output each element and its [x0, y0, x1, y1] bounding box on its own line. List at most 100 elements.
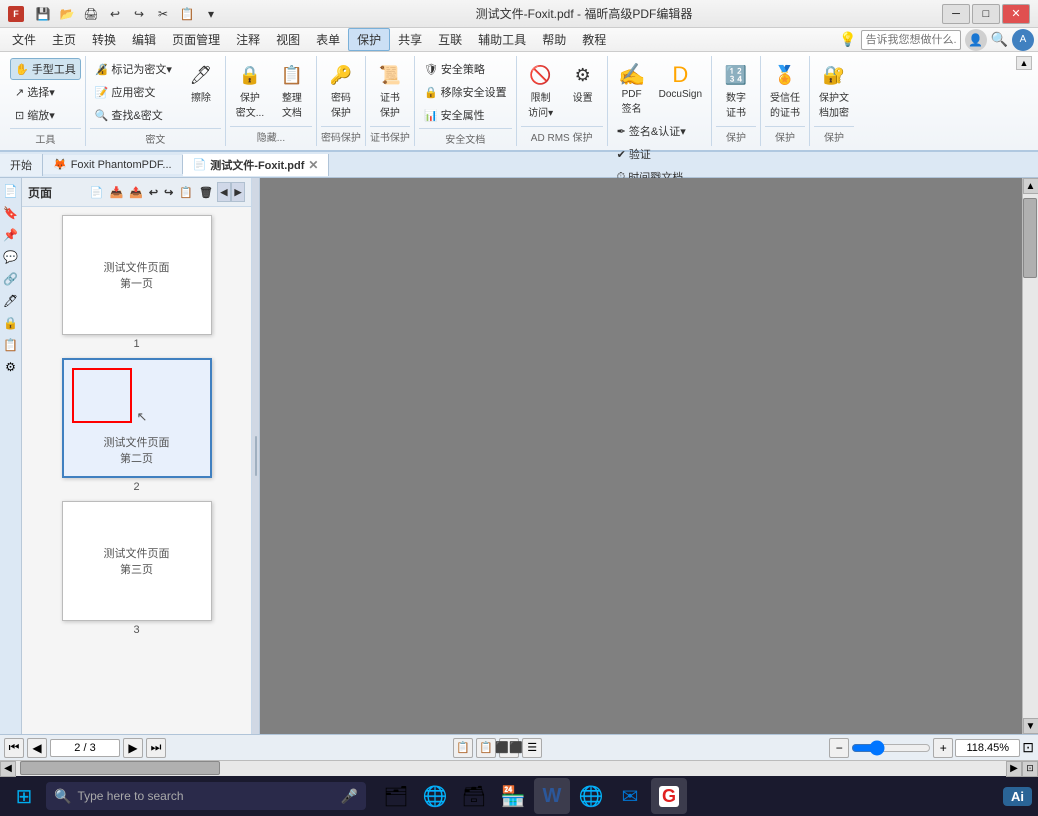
view-list-button[interactable]: ☰ — [522, 738, 542, 758]
sidebar-link-btn[interactable]: 🔗 — [2, 270, 20, 288]
corner-button[interactable]: ⊡ — [1022, 761, 1038, 777]
menu-annotate[interactable]: 注释 — [228, 29, 268, 50]
pdf-sign-button[interactable]: ✍ PDF 签名 — [612, 58, 652, 118]
minimize-button[interactable]: ─ — [942, 4, 970, 24]
page-thumb-1[interactable]: 测试文件页面 第一页 1 — [30, 215, 243, 350]
maximize-button[interactable]: □ — [972, 4, 1000, 24]
scroll-thumb[interactable] — [1023, 198, 1037, 278]
sidebar-bookmark-btn[interactable]: 🔖 — [2, 204, 20, 222]
print-button[interactable]: 🖨 — [80, 3, 102, 25]
scroll-down-arrow[interactable]: ▼ — [1023, 718, 1038, 734]
sidebar-layers-btn[interactable]: 📋 — [2, 336, 20, 354]
redo-button[interactable]: ↪ — [128, 3, 150, 25]
docusign-button[interactable]: D DocuSign — [654, 58, 707, 118]
prev-page-button[interactable]: ◀ — [27, 738, 47, 758]
cut-button[interactable]: ✂ — [152, 3, 174, 25]
menu-view[interactable]: 视图 — [268, 29, 308, 50]
open-button[interactable]: 📂 — [56, 3, 78, 25]
search-icon[interactable]: 🔍 — [991, 31, 1008, 48]
sidebar-sign-btn[interactable]: 🖊 — [2, 292, 20, 310]
taskbar-app-file-explorer[interactable]: 🗂 — [378, 778, 414, 814]
panel-splitter[interactable] — [252, 178, 260, 734]
sidebar-settings-btn[interactable]: ⚙ — [2, 358, 20, 376]
menu-home[interactable]: 主页 — [44, 29, 84, 50]
menu-edit[interactable]: 编辑 — [124, 29, 164, 50]
pdf-viewer[interactable] — [260, 178, 1022, 734]
h-scroll-thumb[interactable] — [20, 761, 220, 775]
apply-redact-button[interactable]: 📝 应用密文 — [90, 81, 177, 103]
restrict-access-button[interactable]: 🚫 限制 访问▾ — [521, 58, 561, 122]
scroll-up-arrow[interactable]: ▲ — [1023, 178, 1038, 194]
next-page-button[interactable]: ▶ — [123, 738, 143, 758]
page-thumb-2[interactable]: 测试文件页面 第二页 ↖ 2 — [30, 358, 243, 493]
customize-qa-button[interactable]: ▾ — [200, 3, 222, 25]
password-protect-button[interactable]: 🔑 密码 保护 — [321, 58, 361, 122]
menu-help[interactable]: 帮助 — [534, 29, 574, 50]
zoom-button[interactable]: ⊡ 缩放▾ — [10, 104, 81, 126]
panel-collapse-right[interactable]: ▶ — [231, 182, 245, 202]
taskbar-app-store[interactable]: 🏪 — [495, 778, 531, 814]
zoom-fit-icon[interactable]: ⊡ — [1022, 739, 1034, 756]
menu-tutorial[interactable]: 教程 — [574, 29, 614, 50]
menu-form[interactable]: 表单 — [308, 29, 348, 50]
menu-share[interactable]: 共享 — [390, 29, 430, 50]
zoom-in-button[interactable]: + — [933, 738, 953, 758]
menu-file[interactable]: 文件 — [4, 29, 44, 50]
security-policy-button[interactable]: 🛡 安全策略 — [419, 58, 512, 80]
taskbar-app-ie[interactable]: 🌐 — [573, 778, 609, 814]
scroll-left-arrow[interactable]: ◀ — [0, 761, 16, 777]
account-button[interactable]: A — [1012, 29, 1034, 51]
zoom-out-button[interactable]: − — [829, 738, 849, 758]
erase-button[interactable]: 🖊 擦除 — [181, 58, 221, 126]
page-thumb-image-2[interactable]: 测试文件页面 第二页 ↖ — [62, 358, 212, 478]
menu-accessibility[interactable]: 辅助工具 — [470, 29, 534, 50]
page-thumb-3[interactable]: 测试文件页面 第三页 3 — [30, 501, 243, 636]
select-button[interactable]: ↗ 选择▾ — [10, 81, 81, 103]
sanitize-button[interactable]: 📋 整理 文档 — [272, 58, 312, 122]
panel-icon-new-page[interactable]: 📄 — [88, 185, 106, 200]
panel-icon-delete[interactable]: 🗑 — [197, 185, 215, 200]
find-redact-button[interactable]: 🔍 查找&密文 — [90, 104, 177, 126]
security-props-button[interactable]: 📊 安全属性 — [419, 104, 512, 126]
taskbar-app-word[interactable]: W — [534, 778, 570, 814]
view-double-button[interactable]: ⬛⬛ — [499, 738, 519, 758]
sign-certify-button[interactable]: ✒ 签名&认证▾ — [612, 120, 707, 142]
collapse-ribbon-button[interactable]: ▲ — [1016, 56, 1032, 70]
page-input[interactable] — [50, 739, 120, 757]
last-page-button[interactable]: ⏭ — [146, 738, 166, 758]
view-continuous-button[interactable]: 📋 — [476, 738, 496, 758]
tab-close-icon[interactable]: ✕ — [308, 158, 318, 172]
menu-protect[interactable]: 保护 — [348, 28, 390, 51]
zoom-input[interactable] — [955, 739, 1020, 757]
taskbar-app-foxit[interactable]: G — [651, 778, 687, 814]
tab-test-file[interactable]: 📄 测试文件-Foxit.pdf ✕ — [183, 154, 330, 176]
ai-button[interactable]: Ai — [1003, 787, 1032, 806]
vertical-scrollbar[interactable]: ▲ ▼ — [1022, 178, 1038, 734]
encrypt-button[interactable]: 🔐 保护文 档加密 — [814, 58, 854, 122]
menu-page[interactable]: 页面管理 — [164, 29, 228, 50]
panel-icon-copy[interactable]: 📋 — [177, 185, 195, 200]
digital-cert-button[interactable]: 🔢 数字 证书 — [716, 58, 756, 122]
menu-convert[interactable]: 转换 — [84, 29, 124, 50]
horizontal-scrollbar[interactable]: ◀ ▶ ⊡ — [0, 760, 1038, 776]
scroll-track[interactable] — [1023, 194, 1038, 718]
certificate-protect-button[interactable]: 📜 证书 保护 — [370, 58, 410, 122]
scroll-right-arrow[interactable]: ▶ — [1006, 761, 1022, 777]
panel-icon-rotate-right[interactable]: ↪ — [162, 185, 175, 200]
undo-button[interactable]: ↩ — [104, 3, 126, 25]
taskbar-app-files[interactable]: 🗃 — [456, 778, 492, 814]
sidebar-comment-btn[interactable]: 💬 — [2, 248, 20, 266]
tab-start[interactable]: 开始 — [0, 154, 43, 176]
close-button[interactable]: ✕ — [1002, 4, 1030, 24]
search-input[interactable] — [861, 30, 961, 50]
mark-redact-button[interactable]: 🔏 标记为密文▾ — [90, 58, 177, 80]
taskbar-app-mail[interactable]: ✉ — [612, 778, 648, 814]
verify-button[interactable]: ✔ 验证 — [612, 143, 707, 165]
panel-icon-import[interactable]: 📥 — [107, 185, 125, 200]
hand-tool-button[interactable]: ✋ 手型工具 — [10, 58, 81, 80]
page-thumb-image-1[interactable]: 测试文件页面 第一页 — [62, 215, 212, 335]
sidebar-attachment-btn[interactable]: 📌 — [2, 226, 20, 244]
h-scroll-track[interactable] — [16, 761, 1006, 776]
panel-collapse-left[interactable]: ◀ — [217, 182, 231, 202]
panel-icon-extract[interactable]: 📤 — [127, 185, 145, 200]
